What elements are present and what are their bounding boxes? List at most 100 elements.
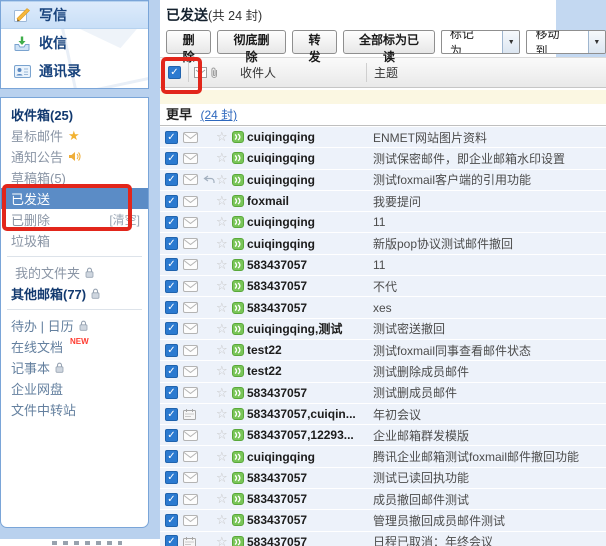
row-checkbox[interactable]: ✓ <box>165 322 178 335</box>
group-count-link[interactable]: (24 封) <box>200 108 237 122</box>
permanent-delete-button[interactable]: 彻底删除 <box>217 30 286 54</box>
folder-starred[interactable]: 星标邮件★ <box>1 125 148 146</box>
star-toggle[interactable]: ☆ <box>216 385 232 401</box>
subject[interactable]: 日程已取消：年终会议 <box>373 533 606 546</box>
star-toggle[interactable]: ☆ <box>216 172 232 188</box>
move-to-dropdown[interactable]: 移动到...▼ <box>526 30 606 54</box>
subject[interactable]: 不代 <box>373 278 606 295</box>
row-checkbox[interactable]: ✓ <box>165 280 178 293</box>
mail-row[interactable]: ✓☆583437057,12293...企业邮箱群发模版 <box>160 425 606 445</box>
subject[interactable]: 企业邮箱群发模版 <box>373 427 606 444</box>
select-all-checkbox[interactable]: ✓ <box>168 66 181 79</box>
row-checkbox[interactable]: ✓ <box>165 237 178 250</box>
empty-trash-link[interactable]: [清空] <box>109 211 140 228</box>
row-checkbox[interactable]: ✓ <box>165 365 178 378</box>
row-checkbox[interactable]: ✓ <box>165 514 178 527</box>
folder-announcements[interactable]: 通知公告 <box>1 146 148 167</box>
subject[interactable]: 测试密送撤回 <box>373 320 606 337</box>
folder-trash[interactable]: 垃圾箱 <box>1 230 148 251</box>
star-toggle[interactable]: ☆ <box>216 129 232 145</box>
star-toggle[interactable]: ☆ <box>216 406 232 422</box>
star-toggle[interactable]: ☆ <box>216 278 232 294</box>
link-file-transfer[interactable]: 文件中转站 <box>1 399 148 420</box>
row-checkbox[interactable]: ✓ <box>165 429 178 442</box>
folder-my-folders[interactable]: 我的文件夹 <box>1 262 148 283</box>
star-toggle[interactable]: ☆ <box>216 193 232 209</box>
mail-row[interactable]: ✓☆583437057测试删成员邮件 <box>160 383 606 403</box>
mail-row[interactable]: ✓☆foxmail我要提问 <box>160 191 606 211</box>
link-todo-calendar[interactable]: 待办 | 日历 <box>1 315 148 336</box>
subject[interactable]: 管理员撤回成员邮件测试 <box>373 512 606 529</box>
row-checkbox[interactable]: ✓ <box>165 344 178 357</box>
subject[interactable]: 测试foxmail同事查看邮件状态 <box>373 342 606 359</box>
mail-row[interactable]: ✓☆cuiqingqingENMET网站图片资料 <box>160 127 606 147</box>
delete-button[interactable]: 删除 <box>166 30 211 54</box>
folder-inbox[interactable]: 收件箱(25) <box>1 104 148 125</box>
row-checkbox[interactable]: ✓ <box>165 173 178 186</box>
mail-row[interactable]: ✓☆test22测试删除成员邮件 <box>160 361 606 381</box>
mail-row[interactable]: ✓☆cuiqingqing新版pop协议测试邮件撤回 <box>160 233 606 253</box>
mail-row[interactable]: ✓☆583437057管理员撤回成员邮件测试 <box>160 510 606 530</box>
mail-row[interactable]: ✓☆cuiqingqing,测试测试密送撤回 <box>160 319 606 339</box>
star-toggle[interactable]: ☆ <box>216 321 232 337</box>
folder-drafts[interactable]: 草稿箱(5) <box>1 167 148 188</box>
subject[interactable]: ENMET网站图片资料 <box>373 129 606 146</box>
subject[interactable]: 测试foxmail客户端的引用功能 <box>373 171 606 188</box>
mail-row[interactable]: ✓☆583437057,cuiqin...年初会议 <box>160 404 606 424</box>
mail-row[interactable]: ✓☆583437057测试已读回执功能 <box>160 468 606 488</box>
link-enterprise-drive[interactable]: 企业网盘 <box>1 378 148 399</box>
folder-deleted[interactable]: 已删除[清空] <box>1 209 148 230</box>
receive-button[interactable]: 收信 <box>1 29 148 57</box>
mail-row[interactable]: ✓☆58343705711 <box>160 255 606 275</box>
attachment-icon[interactable] <box>210 58 218 87</box>
mark-all-read-button[interactable]: 全部标为已读 <box>343 30 435 54</box>
link-notebook[interactable]: 记事本 <box>1 357 148 378</box>
row-checkbox[interactable]: ✓ <box>165 131 178 144</box>
star-toggle[interactable]: ☆ <box>216 427 232 443</box>
subject[interactable]: 年初会议 <box>373 406 606 423</box>
star-toggle[interactable]: ☆ <box>216 214 232 230</box>
subject[interactable]: 测试保密邮件，即企业邮箱水印设置 <box>373 150 606 167</box>
star-toggle[interactable]: ☆ <box>216 257 232 273</box>
row-checkbox[interactable]: ✓ <box>165 450 178 463</box>
contacts-button[interactable]: 通讯录 <box>1 57 148 85</box>
link-online-docs[interactable]: 在线文档NEW <box>1 336 148 357</box>
mail-row[interactable]: ✓☆cuiqingqing测试保密邮件，即企业邮箱水印设置 <box>160 148 606 168</box>
subject[interactable]: 我要提问 <box>373 193 606 210</box>
compose-button[interactable]: 写信 <box>1 1 148 29</box>
star-toggle[interactable]: ☆ <box>216 236 232 252</box>
star-toggle[interactable]: ☆ <box>216 300 232 316</box>
mark-as-dropdown[interactable]: 标记为...▼ <box>441 30 521 54</box>
row-checkbox[interactable]: ✓ <box>165 152 178 165</box>
subject[interactable]: 新版pop协议测试邮件撤回 <box>373 235 606 252</box>
star-toggle[interactable]: ☆ <box>216 342 232 358</box>
star-toggle[interactable]: ☆ <box>216 150 232 166</box>
subject[interactable]: 腾讯企业邮箱测试foxmail邮件撤回功能 <box>373 448 606 465</box>
row-checkbox[interactable]: ✓ <box>165 471 178 484</box>
mail-row[interactable]: ✓☆cuiqingqing11 <box>160 212 606 232</box>
row-checkbox[interactable]: ✓ <box>165 195 178 208</box>
star-toggle[interactable]: ☆ <box>216 512 232 528</box>
mail-row[interactable]: ✓☆test22测试foxmail同事查看邮件状态 <box>160 340 606 360</box>
subject[interactable]: 11 <box>373 258 606 272</box>
subject[interactable]: 测试删成员邮件 <box>373 384 606 401</box>
star-toggle[interactable]: ☆ <box>216 449 232 465</box>
subject[interactable]: 测试已读回执功能 <box>373 469 606 486</box>
row-checkbox[interactable]: ✓ <box>165 408 178 421</box>
star-toggle[interactable]: ☆ <box>216 470 232 486</box>
subject[interactable]: 11 <box>373 215 606 229</box>
subject[interactable]: 测试删除成员邮件 <box>373 363 606 380</box>
mail-row[interactable]: ✓☆583437057成员撤回邮件测试 <box>160 489 606 509</box>
row-checkbox[interactable]: ✓ <box>165 386 178 399</box>
mail-row[interactable]: ✓☆583437057不代 <box>160 276 606 296</box>
folder-sent[interactable]: 已发送 <box>1 188 148 209</box>
mail-row[interactable]: ✓☆583437057日程已取消：年终会议 <box>160 532 606 546</box>
folder-other-mailboxes[interactable]: 其他邮箱(77) <box>1 283 148 304</box>
row-checkbox[interactable]: ✓ <box>165 216 178 229</box>
star-toggle[interactable]: ☆ <box>216 534 232 546</box>
row-checkbox[interactable]: ✓ <box>165 493 178 506</box>
row-checkbox[interactable]: ✓ <box>165 301 178 314</box>
mail-row[interactable]: ✓☆583437057xes <box>160 297 606 317</box>
row-checkbox[interactable]: ✓ <box>165 258 178 271</box>
mail-state-icon[interactable] <box>194 58 207 87</box>
